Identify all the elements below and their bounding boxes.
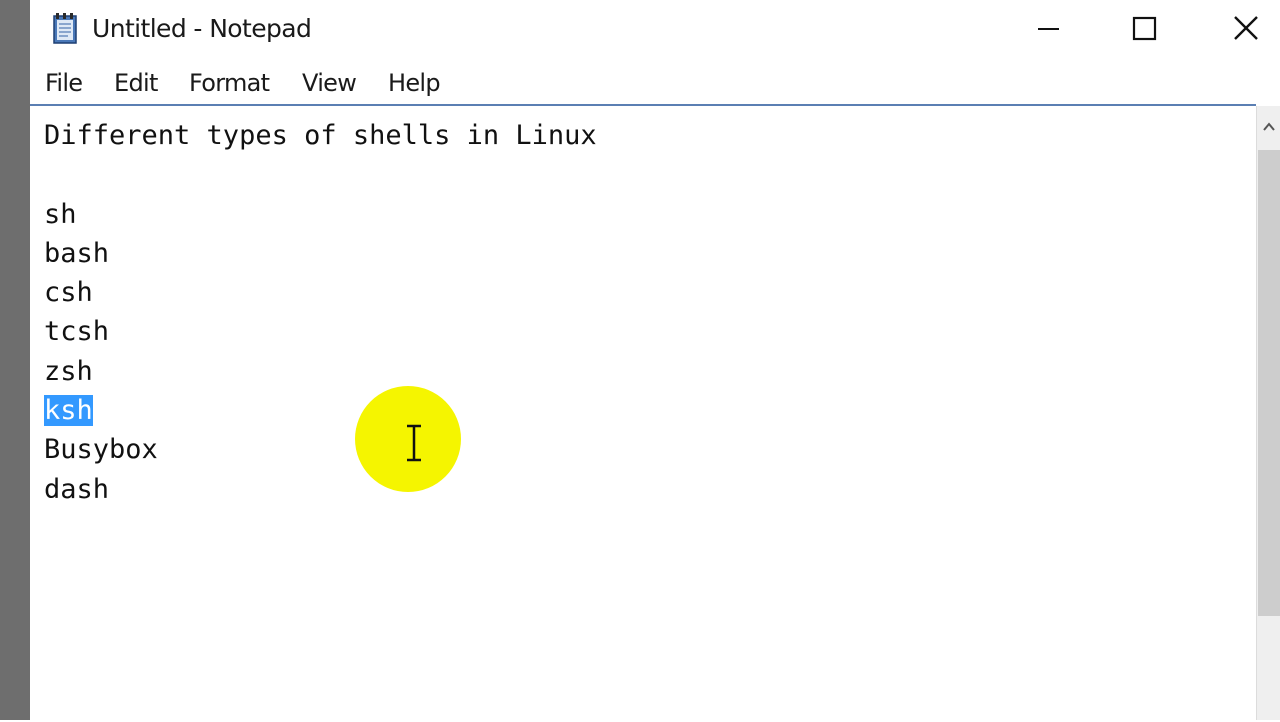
editor-line[interactable]: dash [44, 470, 597, 509]
text-editor[interactable]: Different types of shells in Linux sh bash… [30, 104, 1256, 722]
editor-content[interactable]: Different types of shells in Linux sh bash… [44, 116, 597, 509]
editor-line[interactable]: tcsh [44, 312, 597, 351]
scrollbar-thumb[interactable] [1258, 150, 1280, 616]
ibeam-cursor-icon [402, 422, 426, 464]
editor-line[interactable]: csh [44, 273, 597, 312]
menu-view[interactable]: View [302, 69, 357, 97]
close-icon [1234, 16, 1258, 40]
editor-line[interactable]: Different types of shells in Linux [44, 116, 597, 155]
editor-line[interactable]: ksh [44, 391, 597, 430]
notepad-icon[interactable] [48, 12, 82, 46]
menu-bar: File Edit Format View Help [30, 62, 1280, 104]
notepad-window: Untitled - Notepad File Edit Format View… [30, 0, 1280, 722]
editor-line[interactable]: Busybox [44, 430, 597, 469]
desktop-background [0, 0, 30, 720]
maximize-icon [1132, 16, 1157, 41]
editor-line[interactable]: bash [44, 234, 597, 273]
menu-help[interactable]: Help [388, 69, 441, 97]
minimize-icon [1038, 28, 1059, 30]
vertical-scrollbar[interactable] [1256, 106, 1280, 720]
minimize-button[interactable] [1000, 0, 1096, 58]
editor-line[interactable] [44, 155, 597, 194]
editor-line[interactable]: sh [44, 195, 597, 234]
menu-format[interactable]: Format [189, 69, 270, 97]
selected-text[interactable]: ksh [44, 395, 93, 427]
menu-file[interactable]: File [45, 69, 83, 97]
close-button[interactable] [1196, 0, 1280, 58]
window-title: Untitled - Notepad [92, 14, 312, 43]
title-bar[interactable]: Untitled - Notepad [30, 0, 1280, 58]
editor-line[interactable]: zsh [44, 352, 597, 391]
maximize-button[interactable] [1098, 0, 1194, 58]
chevron-up-icon [1263, 122, 1275, 131]
scroll-up-button[interactable] [1257, 106, 1280, 148]
menu-edit[interactable]: Edit [114, 69, 158, 97]
